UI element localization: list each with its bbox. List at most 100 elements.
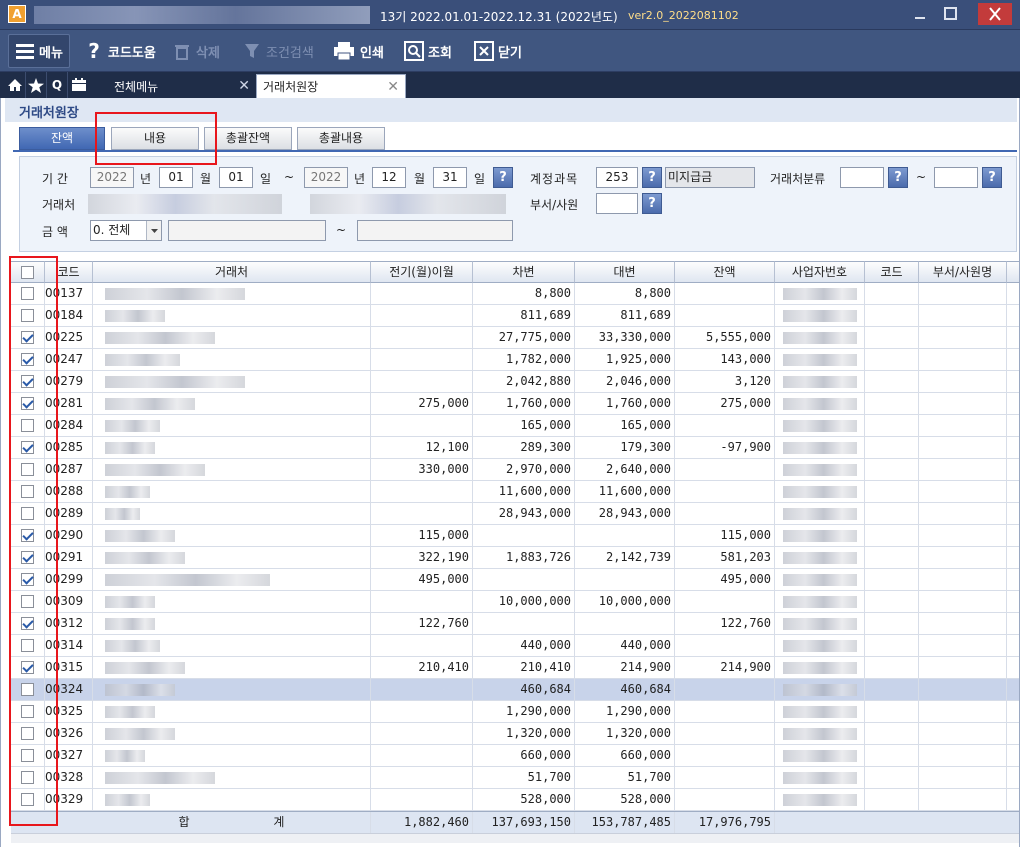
close-box-icon bbox=[474, 41, 494, 61]
print-button[interactable]: 인쇄 bbox=[332, 30, 384, 72]
blurred-biz-no bbox=[783, 684, 857, 696]
table-row[interactable]: 00315 210,410 210,410 214,900 214,900 bbox=[11, 657, 1019, 679]
blurred-biz-no bbox=[783, 442, 857, 454]
horizontal-scrollbar[interactable] bbox=[11, 833, 1019, 843]
amount-select[interactable]: 0. 전체 bbox=[90, 220, 162, 241]
table-row[interactable]: 00324 460,684 460,684 bbox=[11, 679, 1019, 701]
account-code-field[interactable]: 253 bbox=[596, 167, 638, 188]
table-row[interactable]: 00290 115,000 115,000 bbox=[11, 525, 1019, 547]
table-row[interactable]: 00326 1,320,000 1,320,000 bbox=[11, 723, 1019, 745]
table-row[interactable]: 00281 275,000 1,760,000 1,760,000 275,000 bbox=[11, 393, 1019, 415]
row-partner-name bbox=[93, 525, 371, 547]
blurred-partner-from[interactable] bbox=[88, 194, 282, 214]
row-prev bbox=[371, 701, 473, 723]
search-button[interactable]: 조회 bbox=[404, 30, 452, 72]
date-help-button[interactable]: ? bbox=[493, 167, 513, 188]
blurred-partner-name bbox=[105, 750, 145, 762]
row-biz-no bbox=[775, 701, 865, 723]
amount-from-field[interactable] bbox=[168, 220, 326, 241]
row-dept-code bbox=[865, 305, 919, 327]
table-row[interactable]: 00329 528,000 528,000 bbox=[11, 789, 1019, 811]
table-row[interactable]: 00225 27,775,000 33,330,000 5,555,000 bbox=[11, 327, 1019, 349]
filter-search-button[interactable]: 조건검색 bbox=[242, 30, 314, 72]
magnifier-icon bbox=[404, 41, 424, 61]
to-year-field[interactable]: 2022 bbox=[304, 167, 348, 188]
year-unit: 년 bbox=[354, 172, 366, 186]
table-row[interactable]: 00312 122,760 122,760 bbox=[11, 613, 1019, 635]
close-tab-icon[interactable]: ✕ bbox=[387, 79, 399, 95]
code-help-button[interactable]: ? 코드도움 bbox=[84, 30, 156, 72]
home-icon[interactable] bbox=[5, 72, 26, 98]
blurred-partner-name bbox=[105, 574, 270, 586]
partner-class-to-help-button[interactable]: ? bbox=[982, 167, 1002, 188]
col-credit[interactable]: 대변 bbox=[575, 261, 675, 283]
row-partner-name bbox=[93, 371, 371, 393]
table-row[interactable]: 00284 165,000 165,000 bbox=[11, 415, 1019, 437]
subtab-total-content[interactable]: 총괄내용 bbox=[297, 127, 385, 150]
star-icon[interactable] bbox=[26, 72, 47, 98]
to-month-field[interactable]: 12 bbox=[372, 167, 406, 188]
row-dept-code bbox=[865, 371, 919, 393]
quick-search-icon[interactable]: Q bbox=[47, 72, 68, 98]
table-row[interactable]: 00289 28,943,000 28,943,000 bbox=[11, 503, 1019, 525]
partner-class-help-button[interactable]: ? bbox=[888, 167, 908, 188]
account-help-button[interactable]: ? bbox=[642, 167, 662, 188]
blurred-biz-no bbox=[783, 376, 857, 388]
table-row[interactable]: 00279 2,042,880 2,046,000 3,120 bbox=[11, 371, 1019, 393]
col-balance[interactable]: 잔액 bbox=[675, 261, 775, 283]
table-row[interactable]: 00137 8,800 8,800 bbox=[11, 283, 1019, 305]
col-partner[interactable]: 거래처 bbox=[93, 261, 371, 283]
to-day-field[interactable]: 31 bbox=[433, 167, 467, 188]
subtab-balance[interactable]: 잔액 bbox=[19, 127, 105, 150]
partner-label: 거래처 bbox=[42, 198, 76, 212]
table-row[interactable]: 00247 1,782,000 1,925,000 143,000 bbox=[11, 349, 1019, 371]
row-partner-name bbox=[93, 657, 371, 679]
amount-to-field[interactable] bbox=[357, 220, 513, 241]
blurred-partner-name bbox=[105, 354, 180, 366]
row-prev bbox=[371, 591, 473, 613]
col-dept-code[interactable]: 코드 bbox=[865, 261, 919, 283]
minimize-icon[interactable] bbox=[908, 3, 932, 25]
row-partner-name bbox=[93, 349, 371, 371]
menu-button[interactable]: 메뉴 bbox=[8, 34, 70, 68]
col-biz-no[interactable]: 사업자번호 bbox=[775, 261, 865, 283]
chevron-down-icon[interactable] bbox=[146, 221, 161, 240]
col-dept-name[interactable]: 부서/사원명 bbox=[919, 261, 1007, 283]
table-row[interactable]: 00299 495,000 495,000 bbox=[11, 569, 1019, 591]
table-row[interactable]: 00309 10,000,000 10,000,000 bbox=[11, 591, 1019, 613]
total-credit: 153,787,485 bbox=[575, 812, 675, 833]
table-row[interactable]: 00287 330,000 2,970,000 2,640,000 bbox=[11, 459, 1019, 481]
dept-field[interactable] bbox=[596, 193, 638, 214]
close-screen-button[interactable]: 닫기 bbox=[474, 30, 522, 72]
tab-ledger[interactable]: 거래처원장 ✕ bbox=[256, 74, 406, 98]
dept-help-button[interactable]: ? bbox=[642, 193, 662, 214]
partner-class-to-field[interactable] bbox=[934, 167, 978, 188]
partner-class-from-field[interactable] bbox=[840, 167, 884, 188]
table-row[interactable]: 00288 11,600,000 11,600,000 bbox=[11, 481, 1019, 503]
maximize-icon[interactable] bbox=[938, 3, 962, 25]
calendar-icon[interactable] bbox=[68, 72, 89, 98]
close-tab-icon[interactable]: ✕ bbox=[238, 78, 250, 94]
table-row[interactable]: 00314 440,000 440,000 bbox=[11, 635, 1019, 657]
col-prev-balance[interactable]: 전기(월)이월 bbox=[371, 261, 473, 283]
from-day-field[interactable]: 01 bbox=[219, 167, 253, 188]
table-row[interactable]: 00325 1,290,000 1,290,000 bbox=[11, 701, 1019, 723]
table-row[interactable]: 00291 322,190 1,883,726 2,142,739 581,203 bbox=[11, 547, 1019, 569]
col-debit[interactable]: 차변 bbox=[473, 261, 575, 283]
tab-all-menu[interactable]: 전체메뉴 ✕ bbox=[108, 74, 256, 98]
row-balance bbox=[675, 701, 775, 723]
subtab-total-balance[interactable]: 총괄잔액 bbox=[204, 127, 292, 150]
table-row[interactable]: 00184 811,689 811,689 bbox=[11, 305, 1019, 327]
row-partner-name bbox=[93, 481, 371, 503]
window-close-icon[interactable] bbox=[978, 3, 1012, 25]
table-row[interactable]: 00285 12,100 289,300 179,300 -97,900 bbox=[11, 437, 1019, 459]
row-dept-code bbox=[865, 547, 919, 569]
table-row[interactable]: 00328 51,700 51,700 bbox=[11, 767, 1019, 789]
from-month-field[interactable]: 01 bbox=[159, 167, 193, 188]
from-year-field[interactable]: 2022 bbox=[90, 167, 134, 188]
delete-button[interactable]: 삭제 bbox=[172, 30, 220, 72]
table-row[interactable]: 00327 660,000 660,000 bbox=[11, 745, 1019, 767]
filter-search-label: 조건검색 bbox=[266, 45, 314, 61]
row-balance bbox=[675, 745, 775, 767]
blurred-partner-to[interactable] bbox=[310, 194, 506, 214]
